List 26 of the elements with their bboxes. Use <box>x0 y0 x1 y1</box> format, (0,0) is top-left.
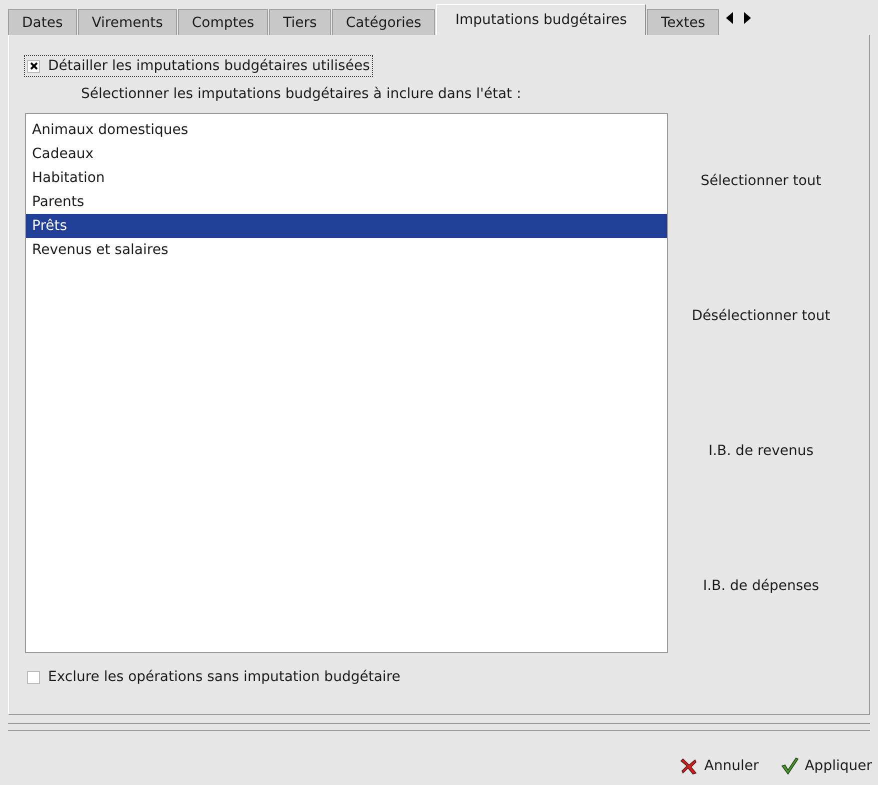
dialog-button[interactable]: Appliquer <box>778 753 874 779</box>
tab[interactable]: Catégories <box>332 9 436 35</box>
tab[interactable]: Comptes <box>178 9 268 35</box>
tab[interactable]: Textes <box>646 9 720 35</box>
tab[interactable]: Tiers <box>269 9 331 35</box>
tab[interactable]: Dates <box>8 9 77 35</box>
side-button[interactable]: I.B. de dépenses <box>702 576 820 596</box>
side-button[interactable]: Sélectionner tout <box>700 170 822 190</box>
list-item[interactable]: Habitation <box>26 166 667 190</box>
list-item[interactable]: Cadeaux <box>26 142 667 166</box>
x-mark-icon <box>28 61 38 71</box>
list-item[interactable]: Prêts <box>26 214 667 238</box>
list-item[interactable]: Revenus et salaires <box>26 238 667 262</box>
tab[interactable]: Virements <box>78 9 177 35</box>
side-button[interactable]: Désélectionner tout <box>692 306 830 326</box>
tab[interactable]: Imputations budgétaires <box>436 4 646 35</box>
side-button[interactable]: I.B. de revenus <box>708 440 814 460</box>
category-list[interactable]: Animaux domestiques Cadeaux Habitation Parents Prêts Revenus et salaires <box>25 113 668 653</box>
list-item[interactable]: Animaux domestiques <box>26 118 667 142</box>
cross-icon <box>680 757 698 775</box>
dialog-button[interactable]: Annuler <box>678 753 761 779</box>
checkmark-icon <box>780 757 799 775</box>
list-caption: Sélectionner les imputations budgétaires à inclure dans l'état : <box>80 85 522 104</box>
detail-checkbox[interactable]: Détailler les imputations budgétaires utilisées <box>25 56 372 76</box>
list-item[interactable]: Parents <box>26 190 667 214</box>
exclude-checkbox[interactable]: Exclure les opérations sans imputation budgétaire <box>25 667 402 687</box>
